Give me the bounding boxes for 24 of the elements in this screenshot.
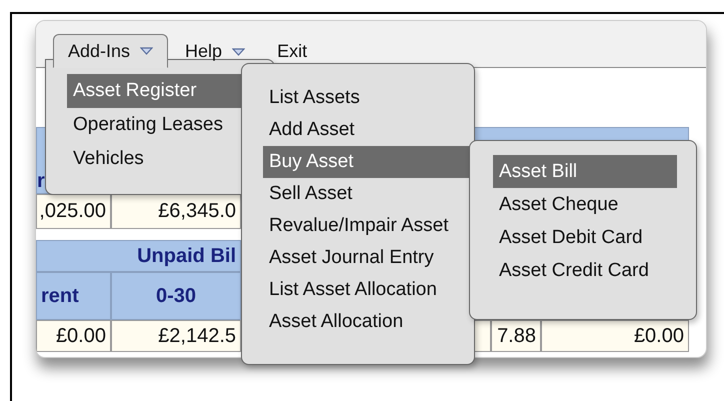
table-cell: £2,142.5 xyxy=(111,320,241,352)
table-cell: £6,345.0 xyxy=(111,194,241,229)
table-cell: £0.00 xyxy=(541,320,689,352)
menu-item[interactable]: Buy Asset xyxy=(263,146,472,178)
menu-item[interactable]: Add Asset xyxy=(263,114,472,146)
column-header: 0-30 xyxy=(111,272,241,320)
menu-tab[interactable]: Exit xyxy=(262,34,322,68)
menu-tab[interactable]: Help xyxy=(170,34,260,68)
column-header: rent xyxy=(36,272,111,320)
table-cell: ,025.00 xyxy=(36,194,111,229)
menu-item[interactable]: Revalue/Impair Asset xyxy=(263,210,472,242)
menu-item[interactable]: Asset Debit Card xyxy=(493,221,677,254)
menu-item[interactable]: Sell Asset xyxy=(263,178,472,210)
menu-item[interactable]: Asset Allocation xyxy=(263,306,472,338)
menu-item[interactable]: Asset Credit Card xyxy=(493,254,677,287)
menu-item[interactable]: List Assets xyxy=(263,82,472,114)
table-cell: 7.88 xyxy=(491,320,541,352)
menu-tab[interactable]: Add-Ins xyxy=(53,34,168,68)
table-cell: £0.00 xyxy=(36,320,111,352)
menu-item[interactable]: Asset Cheque xyxy=(493,188,677,221)
menu-item[interactable]: Asset Bill xyxy=(493,155,677,188)
menu-item[interactable]: Asset Journal Entry xyxy=(263,242,472,274)
table-title: Unpaid Bil xyxy=(36,240,241,272)
menu-item[interactable]: List Asset Allocation xyxy=(263,274,472,306)
